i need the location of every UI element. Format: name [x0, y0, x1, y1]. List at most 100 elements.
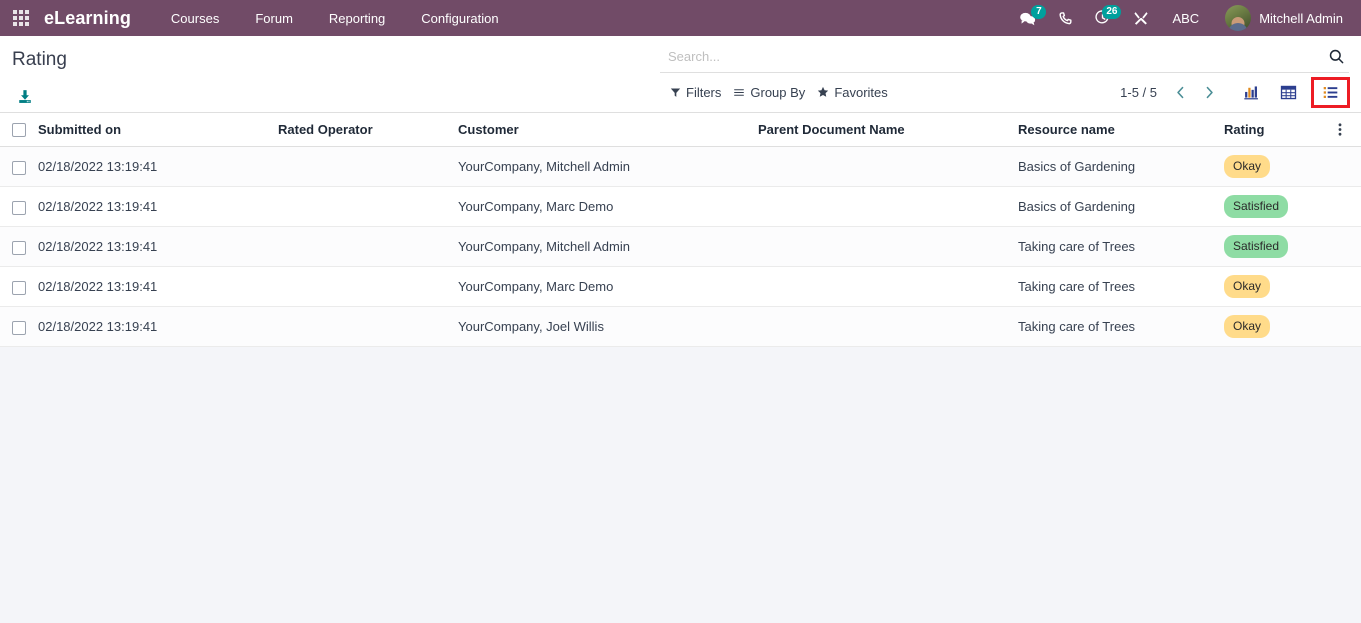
cell-rating: Okay	[1224, 266, 1334, 308]
status-badge: Satisfied	[1224, 235, 1289, 259]
systray: 7 26 ABC Mitchell Admin	[1008, 2, 1349, 34]
table-header-row: Submitted on Rated Operator Customer Par…	[0, 112, 1361, 148]
company-switcher-abc[interactable]: ABC	[1160, 4, 1211, 33]
pager: 1-5 / 5	[1120, 83, 1223, 102]
cell-customer: YourCompany, Marc Demo	[458, 186, 758, 228]
menu-item-configuration[interactable]: Configuration	[403, 3, 516, 34]
group-by-dropdown-button[interactable]: Group By	[731, 82, 815, 103]
cell-rating: Satisfied	[1224, 186, 1334, 228]
cell-submitted-on: 02/18/2022 13:19:41	[38, 266, 278, 308]
cell-rated-operator	[278, 186, 458, 228]
view-switcher	[1233, 76, 1350, 108]
cell-rating: Satisfied	[1224, 226, 1334, 268]
user-name: Mitchell Admin	[1259, 10, 1343, 26]
select-all-checkbox[interactable]	[12, 123, 26, 138]
phone-icon[interactable]	[1047, 5, 1084, 32]
search-icon[interactable]	[1320, 48, 1349, 65]
view-button-list[interactable]	[1311, 76, 1350, 108]
table-row[interactable]: 02/18/2022 13:19:41 YourCompany, Mitchel…	[0, 146, 1361, 188]
user-menu[interactable]: Mitchell Admin	[1217, 2, 1349, 34]
row-checkbox-cell	[0, 146, 38, 188]
table-row[interactable]: 02/18/2022 13:19:41 YourCompany, Marc De…	[0, 266, 1361, 308]
cell-optional	[1334, 306, 1361, 348]
row-checkbox[interactable]	[12, 160, 26, 175]
menu-item-courses[interactable]: Courses	[153, 3, 237, 34]
table-row[interactable]: 02/18/2022 13:19:41 YourCompany, Mitchel…	[0, 226, 1361, 268]
pager-next-button[interactable]	[1196, 83, 1223, 102]
row-checkbox[interactable]	[12, 240, 26, 255]
top-navbar: eLearning Courses Forum Reporting Config…	[0, 0, 1361, 36]
cell-rated-operator	[278, 266, 458, 308]
column-header-parent-document-name[interactable]: Parent Document Name	[758, 112, 1018, 148]
row-checkbox-cell	[0, 186, 38, 228]
search-options-row: Filters Group By Favorites 1-5 / 5	[660, 73, 1350, 111]
action-buttons	[12, 82, 660, 112]
column-header-rating[interactable]: Rating	[1224, 112, 1334, 148]
pager-value[interactable]: 1-5 / 5	[1120, 85, 1165, 100]
status-badge: Okay	[1224, 275, 1271, 299]
debug-tools-icon[interactable]	[1122, 4, 1160, 32]
cell-customer: YourCompany, Mitchell Admin	[458, 146, 758, 188]
apps-grid-icon[interactable]	[8, 5, 34, 31]
column-header-submitted-on[interactable]: Submitted on	[38, 112, 278, 148]
activities-counter: 26	[1102, 5, 1122, 19]
control-panel-left: Rating	[0, 36, 660, 112]
cell-optional	[1334, 226, 1361, 268]
funnel-icon	[670, 88, 681, 97]
cell-customer: YourCompany, Marc Demo	[458, 266, 758, 308]
status-badge: Satisfied	[1224, 195, 1289, 219]
status-badge: Okay	[1224, 315, 1271, 339]
cell-parent-document-name	[758, 306, 1018, 348]
menu-item-forum[interactable]: Forum	[237, 3, 311, 34]
filters-label: Filters	[686, 84, 722, 100]
star-icon	[818, 86, 829, 97]
view-button-pivot[interactable]	[1270, 79, 1307, 106]
cell-customer: YourCompany, Joel Willis	[458, 306, 758, 348]
cell-submitted-on: 02/18/2022 13:19:41	[38, 306, 278, 348]
vertical-dots-icon[interactable]	[1334, 122, 1346, 137]
cell-rating: Okay	[1224, 146, 1334, 188]
column-header-rated-operator[interactable]: Rated Operator	[278, 112, 458, 148]
row-checkbox-cell	[0, 226, 38, 268]
cell-optional	[1334, 186, 1361, 228]
search-input[interactable]	[668, 48, 1320, 64]
cell-parent-document-name	[758, 186, 1018, 228]
bar-chart-icon	[1244, 85, 1258, 99]
row-checkbox[interactable]	[12, 280, 26, 295]
view-button-graph[interactable]	[1233, 79, 1270, 106]
column-header-resource-name[interactable]: Resource name	[1018, 112, 1224, 148]
row-checkbox[interactable]	[12, 200, 26, 215]
cell-rated-operator	[278, 226, 458, 268]
cell-rated-operator	[278, 306, 458, 348]
group-by-label: Group By	[750, 84, 806, 100]
filters-dropdown-button[interactable]: Filters	[668, 82, 731, 103]
cell-resource-name: Basics of Gardening	[1018, 186, 1224, 228]
status-badge: Okay	[1224, 155, 1271, 179]
activities-clock-icon[interactable]: 26	[1084, 4, 1122, 32]
cell-submitted-on: 02/18/2022 13:19:41	[38, 226, 278, 268]
table-row[interactable]: 02/18/2022 13:19:41 YourCompany, Joel Wi…	[0, 306, 1361, 348]
messaging-chat-icon[interactable]: 7	[1008, 4, 1047, 33]
cell-resource-name: Taking care of Trees	[1018, 266, 1224, 308]
main-menu: Courses Forum Reporting Configuration	[153, 3, 1009, 34]
menu-item-reporting[interactable]: Reporting	[311, 3, 403, 34]
row-checkbox-cell	[0, 266, 38, 308]
table-body: 02/18/2022 13:19:41 YourCompany, Mitchel…	[0, 146, 1361, 348]
row-checkbox[interactable]	[12, 320, 26, 335]
download-import-icon[interactable]	[12, 86, 38, 108]
cell-optional	[1334, 146, 1361, 188]
cell-optional	[1334, 266, 1361, 308]
table-header: Submitted on Rated Operator Customer Par…	[0, 112, 1361, 148]
row-checkbox-cell	[0, 306, 38, 348]
cell-submitted-on: 02/18/2022 13:19:41	[38, 186, 278, 228]
optional-columns-header	[1334, 112, 1361, 148]
empty-content-area	[0, 347, 1361, 623]
avatar	[1225, 5, 1252, 31]
app-brand-elearning[interactable]: eLearning	[44, 8, 131, 29]
pager-previous-button[interactable]	[1167, 83, 1194, 102]
favorites-dropdown-button[interactable]: Favorites	[815, 82, 897, 103]
pivot-table-icon	[1280, 85, 1297, 99]
column-header-customer[interactable]: Customer	[458, 112, 758, 148]
cell-parent-document-name	[758, 226, 1018, 268]
table-row[interactable]: 02/18/2022 13:19:41 YourCompany, Marc De…	[0, 186, 1361, 228]
